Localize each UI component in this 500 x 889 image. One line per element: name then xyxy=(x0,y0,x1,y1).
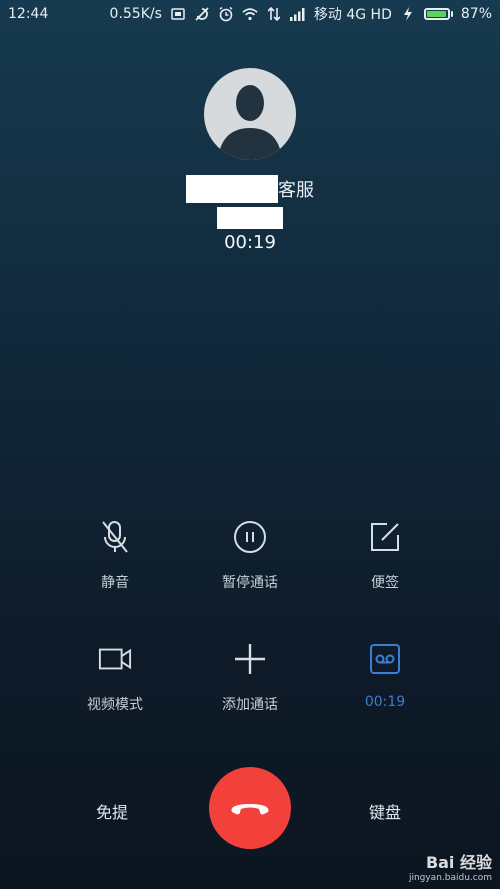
redacted-name-block xyxy=(186,175,278,203)
hold-call-button[interactable]: 暂停通话 xyxy=(190,520,310,592)
status-icons: 0.55K/s 移动 4G HD 87% xyxy=(110,4,492,24)
mute-mic-icon xyxy=(98,520,132,554)
status-bar: 12:44 0.55K/s 移动 4G HD 87% xyxy=(0,0,500,28)
contact-name-suffix: 客服 xyxy=(278,180,314,201)
record-timer-label: 00:19 xyxy=(364,694,406,710)
contact-number xyxy=(0,207,500,229)
recording-icon xyxy=(368,642,402,676)
video-mode-button[interactable]: 视频模式 xyxy=(55,642,175,714)
end-call-button[interactable] xyxy=(209,767,291,849)
alarm-icon xyxy=(218,6,234,22)
redacted-number-block xyxy=(217,207,283,229)
charging-icon xyxy=(400,6,416,22)
person-silhouette-icon xyxy=(218,85,282,160)
mute-button[interactable]: 静音 xyxy=(55,520,175,592)
hang-up-icon xyxy=(231,804,269,815)
note-edit-icon xyxy=(368,520,402,554)
call-timer: 00:19 xyxy=(224,232,276,253)
add-call-icon xyxy=(233,642,267,676)
battery-percent: 87% xyxy=(460,6,492,22)
status-time: 12:44 xyxy=(8,6,49,22)
record-button[interactable]: 00:19 xyxy=(325,642,445,710)
contact-name: 客服 xyxy=(0,175,500,203)
network-speed: 0.55K/s xyxy=(109,6,162,22)
mute-label: 静音 xyxy=(101,575,129,591)
speaker-button[interactable]: 免提 xyxy=(96,799,128,823)
do-not-disturb-icon xyxy=(194,6,210,22)
note-button[interactable]: 便签 xyxy=(325,520,445,592)
battery-icon xyxy=(423,8,453,20)
add-call-label: 添加通话 xyxy=(222,697,278,713)
baidu-watermark: Bai 经验 jingyan.baidu.com xyxy=(409,849,492,883)
watermark-title: Bai 经验 xyxy=(425,853,492,872)
video-camera-icon xyxy=(98,642,132,676)
contact-avatar xyxy=(204,68,296,160)
wifi-icon xyxy=(242,6,258,22)
note-label: 便签 xyxy=(371,575,399,591)
watermark-url: jingyan.baidu.com xyxy=(408,873,492,883)
signal-icon xyxy=(289,6,306,22)
keypad-button[interactable]: 键盘 xyxy=(369,799,401,823)
carrier-label: 移动 4G HD xyxy=(313,7,392,23)
hold-call-label: 暂停通话 xyxy=(222,575,278,591)
pause-icon xyxy=(233,520,267,554)
sim-card-icon xyxy=(170,6,186,22)
add-call-button[interactable]: 添加通话 xyxy=(190,642,310,714)
data-arrows-icon xyxy=(266,6,282,22)
video-mode-label: 视频模式 xyxy=(87,697,143,713)
